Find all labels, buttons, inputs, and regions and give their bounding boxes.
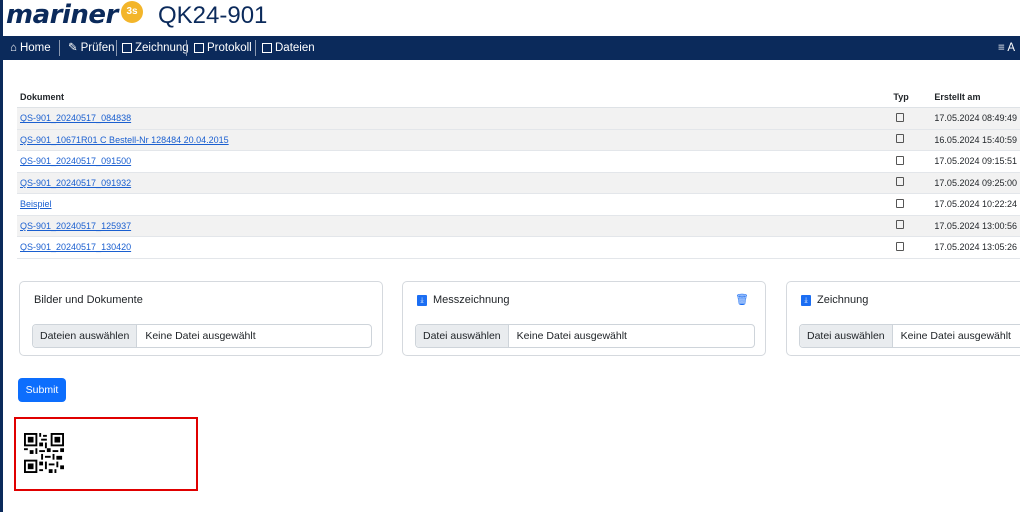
- edit-icon: ✎: [68, 42, 78, 54]
- pdf-icon: [896, 220, 905, 230]
- measure-drawing-card: ⤓ Messzeichnung 🗑 Datei auswählen Keine …: [402, 281, 766, 356]
- table-row: QS-901_20240517_130420 17.05.2024 13:05:…: [17, 236, 1020, 259]
- document-link[interactable]: QS-901_20240517_130420: [20, 242, 131, 252]
- column-header-created: Erstellt am: [931, 87, 1020, 108]
- table-row: Beispiel 17.05.2024 10:22:24: [17, 193, 1020, 216]
- pdf-icon: ⤓: [417, 294, 427, 306]
- app-header: mariner 3s QK24-901: [6, 0, 1016, 34]
- drawing-icon: [122, 43, 132, 53]
- created-date: 17.05.2024 13:00:56: [931, 215, 1020, 237]
- document-table: Dokument Typ Erstellt am QS-901_20240517…: [17, 87, 1020, 259]
- pdf-icon: ⤓: [801, 294, 811, 306]
- left-edge-bar: [0, 0, 3, 512]
- files-icon: [262, 43, 272, 53]
- drawing-card: ⤓ Zeichnung Datei auswählen Keine Datei …: [786, 281, 1020, 356]
- choose-file-button[interactable]: Datei auswählen: [416, 325, 509, 347]
- nav-home-label: Home: [19, 42, 51, 54]
- nav-menu-label: ≡ A: [998, 42, 1015, 54]
- document-link[interactable]: QS-901_20240517_091932: [20, 178, 131, 188]
- trash-icon[interactable]: 🗑: [735, 293, 749, 306]
- pdf-icon: [896, 155, 905, 165]
- table-row: QS-901_10671R01 C Bestell-Nr 128484 20.0…: [17, 129, 1020, 151]
- nav-protokoll-label: Protokoll: [207, 42, 252, 54]
- home-icon: ⌂: [10, 42, 17, 54]
- file-status: Keine Datei ausgewählt: [900, 330, 1011, 342]
- table-row: QS-901_20240517_084838 17.05.2024 08:49:…: [17, 107, 1020, 130]
- nav-zeichnung-label: Zeichnung: [135, 42, 189, 54]
- nav-menu-toggle[interactable]: ≡ A: [993, 36, 1020, 60]
- card-title: ⤓ Messzeichnung: [417, 294, 509, 306]
- created-date: 17.05.2024 09:25:00: [931, 172, 1020, 194]
- table-header-row: Dokument Typ Erstellt am: [17, 87, 1020, 108]
- nav-pruefen-label: Prüfen: [80, 42, 115, 54]
- table-row: QS-901_20240517_125937 17.05.2024 13:00:…: [17, 215, 1020, 237]
- card-title-label: Bilder und Dokumente: [34, 294, 143, 306]
- pdf-icon: [194, 43, 204, 53]
- card-title-label: Messzeichnung: [433, 294, 510, 306]
- qr-highlight-box: [14, 417, 198, 491]
- file-status: Keine Datei ausgewählt: [516, 330, 627, 342]
- choose-file-button[interactable]: Datei auswählen: [800, 325, 893, 347]
- drawing-file-input[interactable]: Datei auswählen Keine Datei ausgewählt: [799, 324, 1020, 348]
- nav-divider: [59, 40, 60, 56]
- created-date: 17.05.2024 13:05:26: [931, 236, 1020, 259]
- nav-pruefen[interactable]: ✎ Prüfen: [63, 36, 120, 60]
- submit-button[interactable]: Submit: [18, 378, 66, 402]
- document-link[interactable]: QS-901_20240517_091500: [20, 156, 131, 166]
- created-date: 17.05.2024 08:49:49: [931, 107, 1020, 130]
- qr-code-icon: [24, 433, 64, 473]
- app-logo: mariner: [6, 0, 118, 30]
- document-link[interactable]: QS-901_20240517_084838: [20, 113, 131, 123]
- nav-dateien[interactable]: Dateien: [257, 36, 320, 60]
- created-date: 17.05.2024 09:15:51: [931, 150, 1020, 173]
- measure-file-input[interactable]: Datei auswählen Keine Datei ausgewählt: [415, 324, 755, 348]
- images-upload-card: Bilder und Dokumente Dateien auswählen K…: [19, 281, 383, 356]
- column-header-document: Dokument: [17, 87, 891, 108]
- pdf-icon: [896, 134, 905, 144]
- document-link[interactable]: QS-901_10671R01 C Bestell-Nr 128484 20.0…: [20, 135, 229, 145]
- nav-protokoll[interactable]: Protokoll: [189, 36, 257, 60]
- card-title: Bilder und Dokumente: [34, 294, 143, 306]
- pdf-icon: [896, 177, 905, 187]
- pdf-icon: [896, 112, 905, 122]
- page-title: QK24-901: [158, 2, 268, 29]
- file-status: Keine Datei ausgewählt: [145, 330, 256, 342]
- card-title: ⤓ Zeichnung: [801, 294, 868, 306]
- main-navbar: ⌂ Home ✎ Prüfen Zeichnung Protokoll Date…: [3, 36, 1020, 60]
- card-title-label: Zeichnung: [817, 294, 869, 306]
- document-link[interactable]: Beispiel: [20, 199, 52, 209]
- pdf-icon: [896, 241, 905, 251]
- nav-divider: [186, 40, 187, 56]
- document-link[interactable]: QS-901_20240517_125937: [20, 221, 131, 231]
- table-row: QS-901_20240517_091932 17.05.2024 09:25:…: [17, 172, 1020, 194]
- nav-dateien-label: Dateien: [275, 42, 315, 54]
- column-header-type: Typ: [890, 87, 932, 108]
- table-row: QS-901_20240517_091500 17.05.2024 09:15:…: [17, 150, 1020, 173]
- logo-badge: 3s: [121, 1, 143, 23]
- choose-files-button[interactable]: Dateien auswählen: [33, 325, 138, 347]
- created-date: 16.05.2024 15:40:59: [931, 129, 1020, 151]
- nav-zeichnung[interactable]: Zeichnung: [117, 36, 194, 60]
- created-date: 17.05.2024 10:22:24: [931, 193, 1020, 216]
- nav-home[interactable]: ⌂ Home: [5, 36, 56, 60]
- images-file-input[interactable]: Dateien auswählen Keine Datei ausgewählt: [32, 324, 372, 348]
- image-file-icon: [896, 198, 905, 208]
- nav-divider: [255, 40, 256, 56]
